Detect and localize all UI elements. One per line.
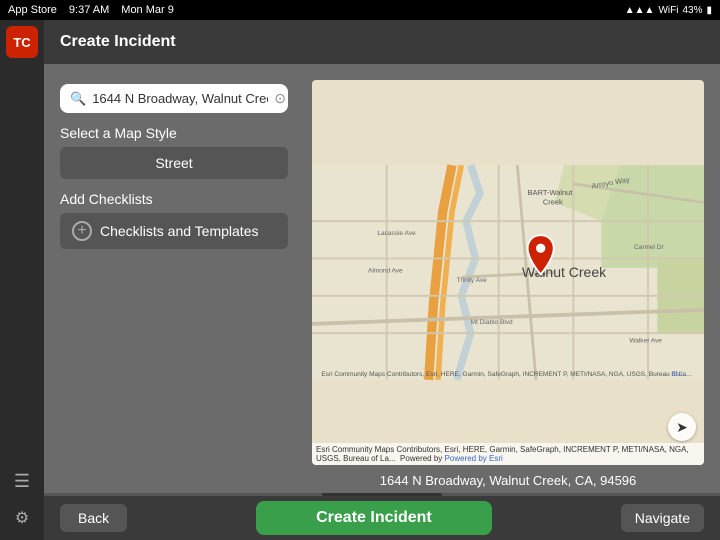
status-time: 9:37 AM [69,4,109,16]
svg-text:Carmel Dr: Carmel Dr [634,244,665,251]
search-box[interactable]: 🔍 ⊙ [60,84,288,113]
svg-text:Creek: Creek [543,197,563,206]
battery-icon: ▮ [706,5,712,16]
street-style-button[interactable]: Street [60,147,288,179]
status-date: Mon Mar 9 [121,4,174,16]
menu-icon[interactable]: ☰ [14,471,30,492]
svg-text:Esri Community Maps Contributo: Esri Community Maps Contributors, Esri, … [321,371,691,378]
svg-text:BART-Walnut: BART-Walnut [528,188,574,197]
create-incident-button[interactable]: Create Incident [256,501,492,535]
svg-text:Almond Ave: Almond Ave [368,268,403,275]
map-style-label: Select a Map Style [60,125,288,141]
right-panel: Arroyo Way Lacassie Ave Almond Ave Trini… [304,64,720,496]
checklists-section: Add Checklists + Checklists and Template… [60,191,288,249]
back-button[interactable]: Back [60,504,127,532]
location-target-icon[interactable]: ⊙ [274,90,286,107]
map-attribution: Esri Community Maps Contributors, Esri, … [312,443,704,465]
left-panel: 🔍 ⊙ Select a Map Style Street Add Checkl… [44,64,304,496]
sidebar: TC ☰ ⚙ [0,20,44,540]
bottom-toolbar: Back Create Incident Navigate [44,496,720,540]
svg-text:Lacassie Ave: Lacassie Ave [377,230,416,237]
checklists-templates-button[interactable]: + Checklists and Templates [60,213,288,249]
search-icon: 🔍 [70,91,86,107]
header-title: Create Incident [60,33,176,51]
svg-text:Walker Ave: Walker Ave [629,338,662,345]
svg-text:Mt Diablo Blvd: Mt Diablo Blvd [471,319,513,326]
map-svg: Arroyo Way Lacassie Ave Almond Ave Trini… [312,80,704,465]
status-bar-right: ▲▲▲ WiFi 43% ▮ [625,5,712,16]
map-container[interactable]: Arroyo Way Lacassie Ave Almond Ave Trini… [312,80,704,465]
svg-text:Trinity Ave: Trinity Ave [457,277,487,284]
status-bar-left: App Store 9:37 AM Mon Mar 9 [8,4,174,16]
main-content: 🔍 ⊙ Select a Map Style Street Add Checkl… [44,64,720,496]
checklists-button-label: Checklists and Templates [100,223,258,239]
location-search-input[interactable] [92,91,268,106]
gear-icon[interactable]: ⚙ [15,508,29,528]
sidebar-logo[interactable]: TC [6,26,38,58]
add-checklists-label: Add Checklists [60,191,288,207]
navigate-button[interactable]: Navigate [621,504,704,532]
status-bar: App Store 9:37 AM Mon Mar 9 ▲▲▲ WiFi 43%… [0,0,720,20]
map-compass-button[interactable]: ➤ [668,413,696,441]
map-style-section: Select a Map Style Street [60,125,288,179]
signal-icon: ▲▲▲ [625,5,655,16]
wifi-icon: WiFi [658,5,678,16]
plus-circle-icon: + [72,221,92,241]
map-address: 1644 N Broadway, Walnut Creek, CA, 94596 [380,473,637,488]
svg-text:Esri: Esri [671,371,683,378]
app-store-label: App Store [8,4,57,16]
battery-label: 43% [682,5,702,16]
header: Create Incident [44,20,720,64]
